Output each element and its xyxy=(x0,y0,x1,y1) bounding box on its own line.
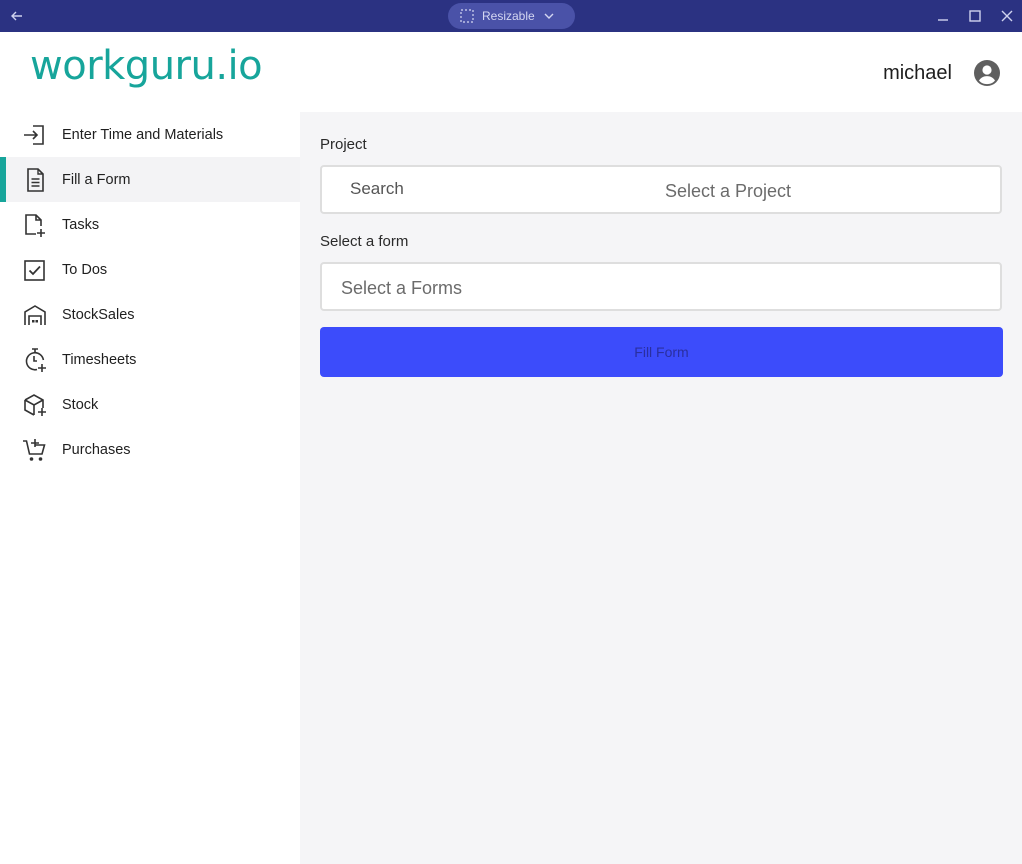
package-icon xyxy=(24,393,46,416)
login-icon xyxy=(24,124,44,145)
file-add-icon xyxy=(25,213,45,237)
document-icon xyxy=(27,167,44,192)
sidebar-item-label: Timesheets xyxy=(62,351,137,368)
sidebar-item-tasks[interactable]: Tasks xyxy=(0,202,300,247)
project-select-placeholder: Select a Project xyxy=(665,181,792,201)
form-select-placeholder: Select a Forms xyxy=(341,278,463,298)
form-label: Select a form xyxy=(320,233,409,250)
app-header: workguru.io michael xyxy=(0,32,1022,112)
sidebar-item-label: Tasks xyxy=(62,216,100,233)
sidebar-nav: Enter Time and Materials Fill a Form Tas… xyxy=(0,112,300,864)
sidebar-item-label: StockSales xyxy=(62,306,135,323)
sidebar-item-label: Enter Time and Materials xyxy=(62,126,224,143)
sidebar-item-label: Purchases xyxy=(62,441,131,458)
sidebar-item-purchases[interactable]: Purchases xyxy=(0,427,300,472)
close-icon[interactable] xyxy=(999,8,1015,24)
sidebar-item-timesheets[interactable]: Timesheets xyxy=(0,337,300,382)
sidebar-item-label: Stock xyxy=(62,396,99,413)
minimize-icon[interactable] xyxy=(935,8,951,24)
window-mode-dropdown[interactable]: Resizable xyxy=(448,3,575,29)
workguru-logo: workguru.io xyxy=(30,43,263,89)
username-label[interactable]: michael xyxy=(883,62,952,85)
fill-form-button[interactable]: Fill Form xyxy=(320,327,1003,377)
sidebar-item-to-dos[interactable]: To Dos xyxy=(0,247,300,292)
sidebar-item-label: To Dos xyxy=(62,261,108,278)
sidebar-item-stock[interactable]: Stock xyxy=(0,382,300,427)
back-arrow-icon[interactable] xyxy=(9,8,25,24)
sidebar-item-enter-time-and-materials[interactable]: Enter Time and Materials xyxy=(0,112,300,157)
cart-add-icon xyxy=(23,438,46,461)
account-circle-icon[interactable] xyxy=(973,59,1001,87)
warehouse-icon xyxy=(24,304,46,325)
window-mode-label: Resizable xyxy=(482,9,535,23)
window-titlebar: Resizable xyxy=(0,0,1022,32)
project-select[interactable]: Search Select a Project xyxy=(320,165,1002,214)
checkbox-icon xyxy=(24,259,45,281)
sidebar-item-fill-a-form[interactable]: Fill a Form xyxy=(0,157,300,202)
resize-icon xyxy=(460,9,474,23)
project-label: Project xyxy=(320,136,367,153)
main-content: Project Search Select a Project Select a… xyxy=(300,112,1022,864)
form-select[interactable]: Select a Forms xyxy=(320,262,1002,311)
maximize-icon[interactable] xyxy=(967,8,983,24)
project-search-input[interactable]: Search xyxy=(350,179,404,199)
sidebar-item-label: Fill a Form xyxy=(62,171,131,188)
timer-add-icon xyxy=(25,347,46,372)
sidebar-item-stocksales[interactable]: StockSales xyxy=(0,292,300,337)
chevron-down-icon xyxy=(544,13,554,19)
